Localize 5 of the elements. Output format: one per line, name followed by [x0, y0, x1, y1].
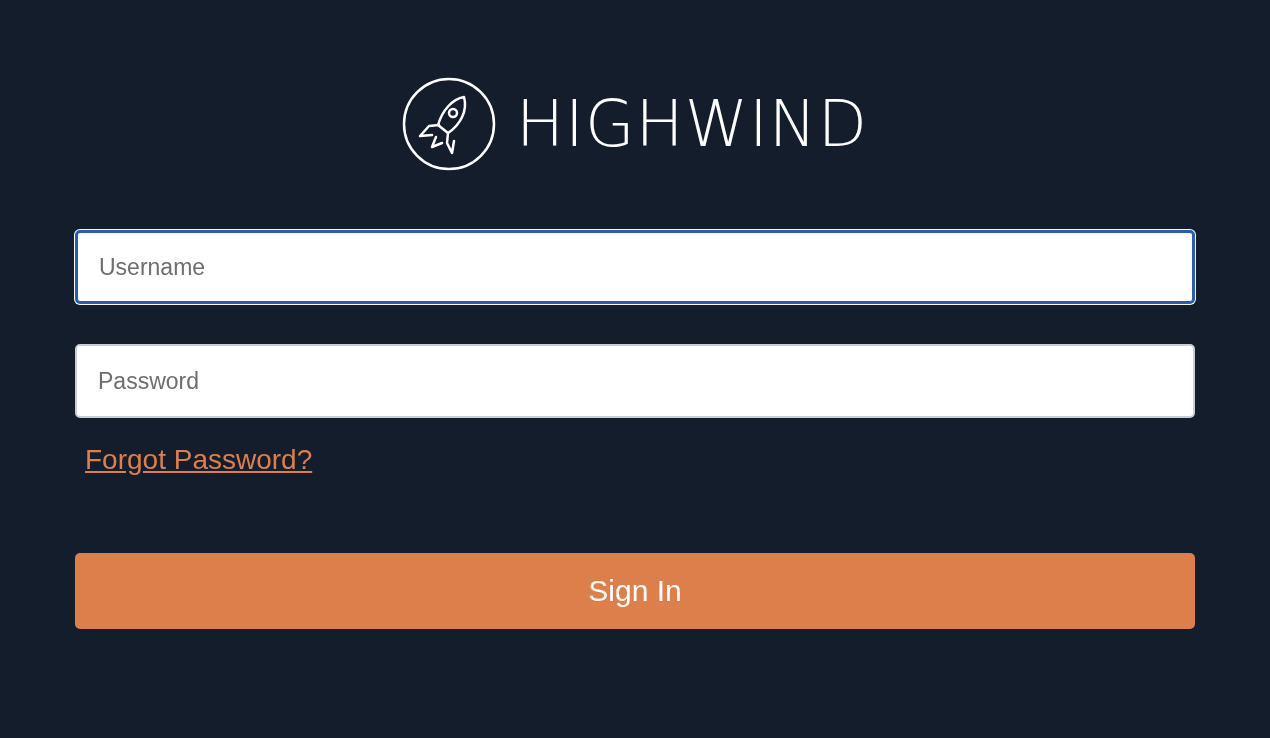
password-field[interactable]: Password [75, 344, 1195, 418]
username-field[interactable]: Username [75, 230, 1195, 304]
forgot-password-link[interactable]: Forgot Password? [85, 444, 313, 476]
brand-name: HIGHWIND [516, 92, 868, 156]
rocket-logo-icon [402, 77, 496, 171]
